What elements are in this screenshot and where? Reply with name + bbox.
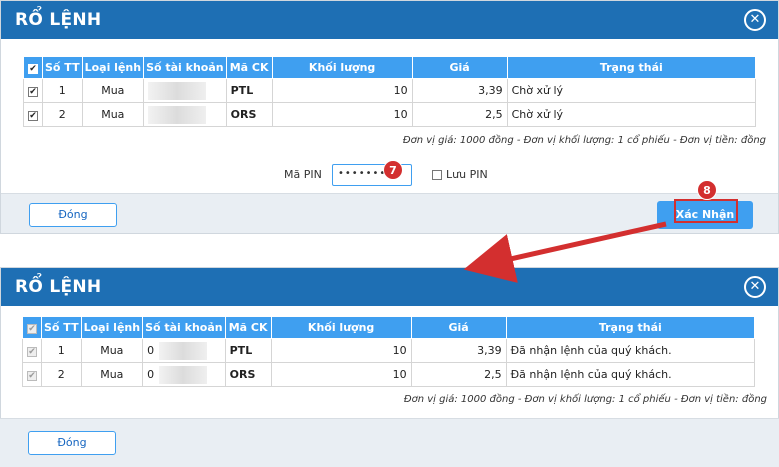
screenshot-canvas: RỔ LỆNH ✕ ✔ Số TT Loại lệnh Số tài khoản…	[0, 0, 779, 467]
save-pin-box[interactable]	[432, 170, 442, 180]
row-stt: 2	[42, 102, 83, 127]
step-7-badge: 7	[383, 160, 403, 180]
row-order-type: Mua	[80, 338, 144, 363]
row-order-type: Mua	[80, 362, 144, 387]
close-icon[interactable]: ✕	[744, 9, 766, 31]
row-quantity: 10	[270, 362, 412, 387]
order-table-after: ✔ Số TT Loại lệnh Số tài khoản Mã CK Khố…	[22, 316, 756, 387]
column-header-account: Số tài khoản	[143, 56, 227, 79]
save-pin-label: Lưu PIN	[446, 168, 488, 181]
row-status: Đã nhận lệnh của quý khách.	[505, 338, 756, 363]
unit-note: Đơn vị giá: 1000 đồng - Đơn vị khối lượn…	[402, 135, 766, 146]
dialog-title-bar: RỔ LỆNH ✕	[1, 268, 778, 306]
row-stt: 1	[42, 78, 83, 103]
unit-note: Đơn vị giá: 1000 đồng - Đơn vị khối lượn…	[403, 394, 767, 405]
row-symbol[interactable]: ORS	[225, 102, 273, 127]
row-symbol[interactable]: PTL	[225, 78, 273, 103]
dialog-footer: Đóng	[0, 418, 779, 467]
redacted-account	[159, 341, 208, 360]
row-status: Đã nhận lệnh của quý khách.	[505, 362, 756, 387]
row-status: Chờ xử lý	[506, 102, 757, 127]
row-price: 3,39	[411, 78, 508, 103]
column-header-account: Số tài khoản	[142, 316, 226, 339]
account-prefix: 0	[147, 368, 155, 381]
dialog-title: RỔ LỆNH	[15, 10, 102, 30]
column-header-quantity: Khối lượng	[270, 316, 412, 339]
account-prefix: 0	[147, 344, 155, 357]
row-quantity: 10	[271, 78, 413, 103]
table-row: ✔ 1 Mua 0 PTL 10 3,39 Đã nhận lệnh của q…	[22, 338, 756, 363]
row-account	[143, 78, 227, 103]
column-header-symbol: Mã CK	[224, 316, 272, 339]
column-header-quantity: Khối lượng	[271, 56, 413, 79]
column-header-stt: Số TT	[42, 56, 83, 79]
row-stt: 2	[41, 362, 82, 387]
row-account: 0	[142, 362, 226, 387]
close-button[interactable]: Đóng	[28, 431, 116, 455]
column-header-stt: Số TT	[41, 316, 82, 339]
column-header-status: Trạng thái	[505, 316, 756, 339]
select-all-checkbox[interactable]: ✔	[23, 56, 43, 79]
select-all-checkbox: ✔	[22, 316, 42, 339]
table-row: ✔ 2 Mua 0 ORS 10 2,5 Đã nhận lệnh của qu…	[22, 362, 756, 387]
row-quantity: 10	[271, 102, 413, 127]
close-button[interactable]: Đóng	[29, 203, 117, 227]
column-header-price: Giá	[410, 316, 507, 339]
row-quantity: 10	[270, 338, 412, 363]
row-symbol[interactable]: ORS	[224, 362, 272, 387]
row-account: 0	[142, 338, 226, 363]
row-checkbox[interactable]: ✔	[23, 78, 43, 103]
column-header-price: Giá	[411, 56, 508, 79]
row-status: Chờ xử lý	[506, 78, 757, 103]
table-header-row: ✔ Số TT Loại lệnh Số tài khoản Mã CK Khố…	[23, 56, 757, 79]
order-table: ✔ Số TT Loại lệnh Số tài khoản Mã CK Khố…	[23, 56, 757, 127]
save-pin-checkbox[interactable]: Lưu PIN	[432, 168, 488, 181]
redacted-account	[148, 105, 207, 124]
row-checkbox[interactable]: ✔	[23, 102, 43, 127]
row-symbol[interactable]: PTL	[224, 338, 272, 363]
row-checkbox: ✔	[22, 338, 42, 363]
row-order-type: Mua	[81, 78, 145, 103]
row-checkbox: ✔	[22, 362, 42, 387]
step-8-badge: 8	[697, 180, 717, 200]
row-price: 2,5	[410, 362, 507, 387]
column-header-order-type: Loại lệnh	[81, 56, 145, 79]
row-stt: 1	[41, 338, 82, 363]
row-account	[143, 102, 227, 127]
column-header-order-type: Loại lệnh	[80, 316, 144, 339]
row-price: 2,5	[411, 102, 508, 127]
redacted-account	[159, 365, 208, 384]
dialog-title: RỔ LỆNH	[15, 277, 102, 297]
table-header-row: ✔ Số TT Loại lệnh Số tài khoản Mã CK Khố…	[22, 316, 756, 339]
redacted-account	[148, 81, 207, 100]
close-icon[interactable]: ✕	[744, 276, 766, 298]
row-price: 3,39	[410, 338, 507, 363]
column-header-symbol: Mã CK	[225, 56, 273, 79]
pin-label: Mã PIN	[284, 168, 322, 181]
confirm-highlight-box	[674, 199, 738, 223]
order-basket-dialog-before: RỔ LỆNH ✕ ✔ Số TT Loại lệnh Số tài khoản…	[0, 0, 779, 234]
dialog-footer: Đóng Xác Nhận	[1, 193, 778, 233]
dialog-title-bar: RỔ LỆNH ✕	[1, 1, 778, 39]
row-order-type: Mua	[81, 102, 145, 127]
column-header-status: Trạng thái	[506, 56, 757, 79]
table-row: ✔ 1 Mua PTL 10 3,39 Chờ xử lý	[23, 78, 757, 103]
table-row: ✔ 2 Mua ORS 10 2,5 Chờ xử lý	[23, 102, 757, 127]
